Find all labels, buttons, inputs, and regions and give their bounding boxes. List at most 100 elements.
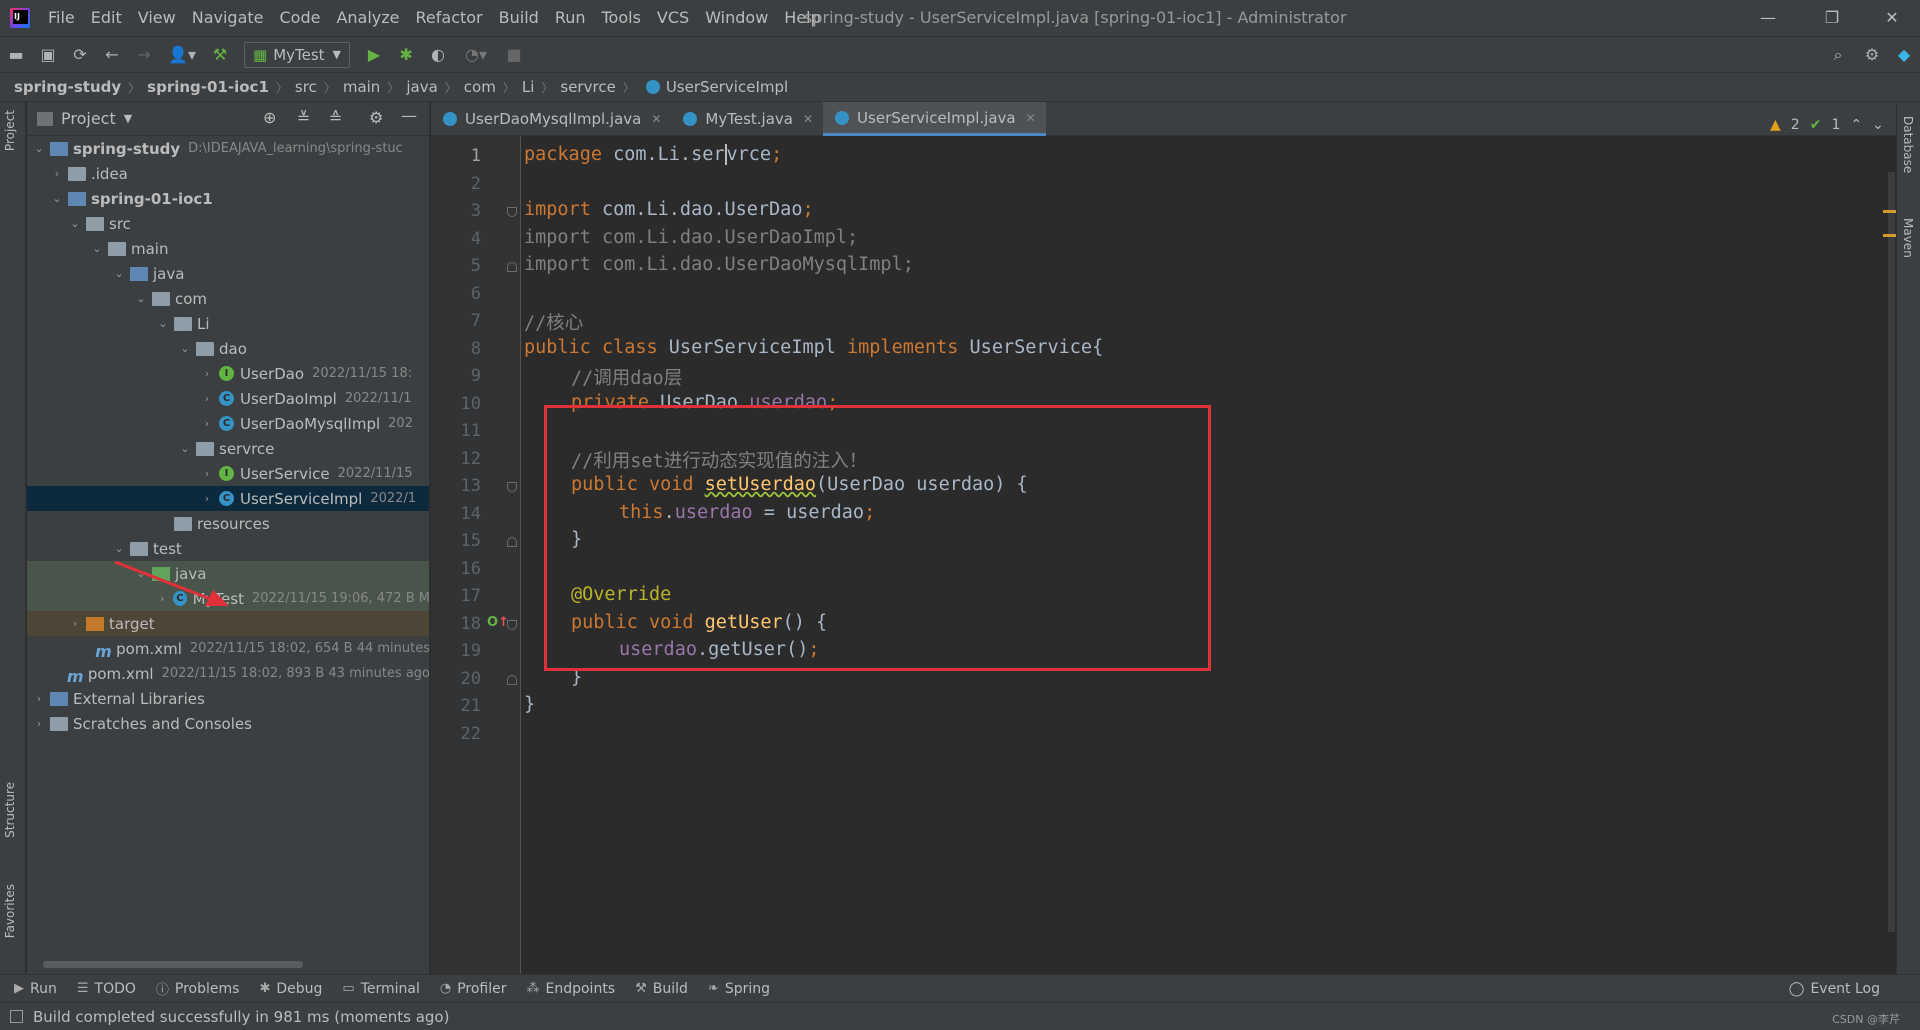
menu-run[interactable]: Run	[547, 0, 594, 36]
tree-item[interactable]: m pom.xml 2022/11/15 18:02, 893 B 43 minut…	[27, 661, 429, 686]
spring-tool-button[interactable]: ❧ Spring	[708, 981, 770, 997]
crumb-module[interactable]: spring-01-ioc1	[147, 78, 269, 96]
problems-tool-button[interactable]: ⓘ Problems	[156, 979, 240, 999]
structure-tool-button[interactable]: Structure	[3, 782, 17, 838]
fold-marker-icon[interactable]	[507, 482, 517, 492]
event-log-button[interactable]: ◯ Event Log	[1789, 975, 1880, 1003]
sync-icon[interactable]: ⟳	[66, 41, 94, 69]
crumb-src[interactable]: src	[295, 78, 317, 96]
stop-icon[interactable]: ■	[500, 41, 528, 69]
tree-item[interactable]: › I UserDao 2022/11/15 18:	[27, 361, 429, 386]
menu-tools[interactable]: Tools	[594, 0, 649, 36]
menu-view[interactable]: View	[130, 0, 184, 36]
menu-analyze[interactable]: Analyze	[328, 0, 407, 36]
status-square-icon[interactable]	[10, 1010, 23, 1023]
debug-tool-button[interactable]: ✱ Debug	[259, 981, 322, 997]
crumb-com[interactable]: com	[464, 78, 496, 96]
menu-navigate[interactable]: Navigate	[184, 0, 272, 36]
code-line-5[interactable]: import com.Li.dao.UserDaoMysqlImpl;	[524, 254, 914, 275]
project-tool-button[interactable]: Project	[3, 110, 17, 151]
expand-all-icon[interactable]: ≚	[297, 108, 310, 127]
close-icon[interactable]: ✕	[1864, 0, 1920, 36]
warning-stripe[interactable]	[1883, 234, 1897, 237]
open-folder-icon[interactable]: ▬	[2, 41, 30, 69]
warning-stripe[interactable]	[1883, 210, 1897, 213]
restore-icon[interactable]: ❐	[1804, 0, 1860, 36]
code-line-8[interactable]: public class UserServiceImpl implements …	[524, 337, 1103, 358]
tree-item[interactable]: › C UserDaoImpl 2022/11/1	[27, 386, 429, 411]
tree-item[interactable]: › External Libraries	[27, 686, 429, 711]
crumb-class[interactable]: UserServiceImpl	[666, 78, 788, 96]
fold-marker-icon[interactable]	[507, 675, 517, 685]
code-line-21[interactable]: }	[524, 694, 535, 715]
menu-build[interactable]: Build	[491, 0, 547, 36]
search-icon[interactable]: ⌕	[1824, 41, 1852, 69]
tree-item[interactable]: ⌄ src	[27, 211, 429, 236]
project-panel-title[interactable]: Project	[61, 109, 116, 128]
chevron-down-icon[interactable]: ⌄	[1872, 117, 1884, 133]
crumb-project[interactable]: spring-study	[14, 78, 121, 96]
save-icon[interactable]: ▣	[34, 41, 62, 69]
gear-icon[interactable]: ⚙	[369, 108, 383, 127]
tab-userdaomysqlimpl[interactable]: UserDaoMysqlImpl.java ✕	[431, 102, 671, 136]
run-icon[interactable]: ▶	[360, 41, 388, 69]
hide-icon[interactable]: —	[401, 106, 417, 125]
code-line-3[interactable]: import com.Li.dao.UserDao;	[524, 199, 814, 220]
code-line-1[interactable]: package com.Li.ser vrce;	[524, 144, 782, 165]
implements-method-icon[interactable]: O↑	[487, 615, 509, 630]
code-line-4[interactable]: import com.Li.dao.UserDaoImpl;	[524, 227, 858, 248]
crumb-li[interactable]: Li	[522, 78, 535, 96]
tree-item[interactable]: › I UserService 2022/11/15	[27, 461, 429, 486]
menu-window[interactable]: Window	[697, 0, 776, 36]
locate-icon[interactable]: ⊕	[263, 108, 276, 127]
forward-icon[interactable]: →	[130, 41, 158, 69]
horizontal-scrollbar[interactable]	[43, 961, 303, 968]
build-tool-button[interactable]: ⚒ Build	[635, 981, 688, 997]
tree-item[interactable]: ⌄ com	[27, 286, 429, 311]
profile-icon[interactable]: ◔▾	[456, 41, 496, 69]
favorites-tool-button[interactable]: Favorites	[3, 884, 17, 938]
crumb-main[interactable]: main	[343, 78, 380, 96]
fold-marker-icon[interactable]	[507, 262, 517, 272]
crumb-java[interactable]: java	[406, 78, 437, 96]
maven-tool-button[interactable]: Maven	[1901, 218, 1915, 258]
tree-item[interactable]: m pom.xml 2022/11/15 18:02, 654 B 44 minut…	[27, 636, 429, 661]
fold-marker-icon[interactable]	[507, 537, 517, 547]
close-tab-icon[interactable]: ✕	[651, 112, 661, 126]
chevron-up-icon[interactable]: ⌃	[1850, 117, 1862, 133]
todo-tool-button[interactable]: ☰ TODO	[77, 981, 136, 997]
menu-code[interactable]: Code	[272, 0, 329, 36]
tree-item[interactable]: ⌄ test	[27, 536, 429, 561]
inspection-widget[interactable]: ▲ 2 ✔ 1 ⌃ ⌄	[1770, 117, 1884, 133]
tree-item[interactable]: ⌄ main	[27, 236, 429, 261]
tree-item[interactable]: ⌄ Li	[27, 311, 429, 336]
tree-item-selected[interactable]: › C UserServiceImpl 2022/1	[27, 486, 429, 511]
code-line-9[interactable]: //调用dao层	[571, 364, 682, 390]
toolbox-icon[interactable]: ◆	[1890, 41, 1918, 69]
tree-item[interactable]: › .idea	[27, 161, 429, 186]
run-tool-button[interactable]: ▶ Run	[14, 981, 57, 997]
debug-icon[interactable]: ✱	[392, 41, 420, 69]
close-tab-icon[interactable]: ✕	[803, 112, 813, 126]
menu-refactor[interactable]: Refactor	[408, 0, 491, 36]
run-config-select[interactable]: ▦ MyTest ▼	[244, 41, 351, 68]
tree-item[interactable]: ⌄ spring-study D:\IDEAJAVA_learning\spring…	[27, 136, 429, 161]
tree-item[interactable]: › C UserDaoMysqlImpl 202	[27, 411, 429, 436]
tree-item[interactable]: ⌄java	[27, 261, 429, 286]
terminal-tool-button[interactable]: ▭ Terminal	[342, 981, 419, 997]
tab-userserviceimpl[interactable]: UserServiceImpl.java ✕	[823, 102, 1046, 136]
build-hammer-icon[interactable]: ⚒	[206, 41, 234, 69]
endpoints-tool-button[interactable]: ⁂ Endpoints	[527, 981, 616, 997]
chevron-down-icon[interactable]: ▼	[124, 112, 132, 125]
menu-vcs[interactable]: VCS	[649, 0, 697, 36]
tree-item[interactable]: › Scratches and Consoles	[27, 711, 429, 736]
collapse-all-icon[interactable]: ≙	[329, 108, 342, 127]
user-icon[interactable]: 👤▾	[162, 41, 202, 69]
profiler-tool-button[interactable]: ◔ Profiler	[440, 981, 507, 997]
back-icon[interactable]: ←	[98, 41, 126, 69]
close-tab-icon[interactable]: ✕	[1026, 111, 1036, 125]
tree-item[interactable]: ⌄ spring-01-ioc1	[27, 186, 429, 211]
fold-marker-icon[interactable]	[507, 207, 517, 217]
editor-vertical-scrollbar[interactable]	[1888, 172, 1895, 932]
minimize-icon[interactable]: —	[1740, 0, 1796, 36]
